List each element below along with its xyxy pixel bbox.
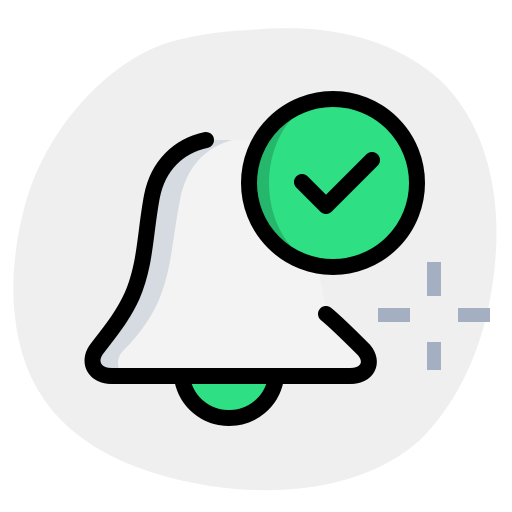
icon-canvas [0,0,512,512]
notification-bell-check-icon [13,28,497,491]
check-badge [241,91,425,275]
